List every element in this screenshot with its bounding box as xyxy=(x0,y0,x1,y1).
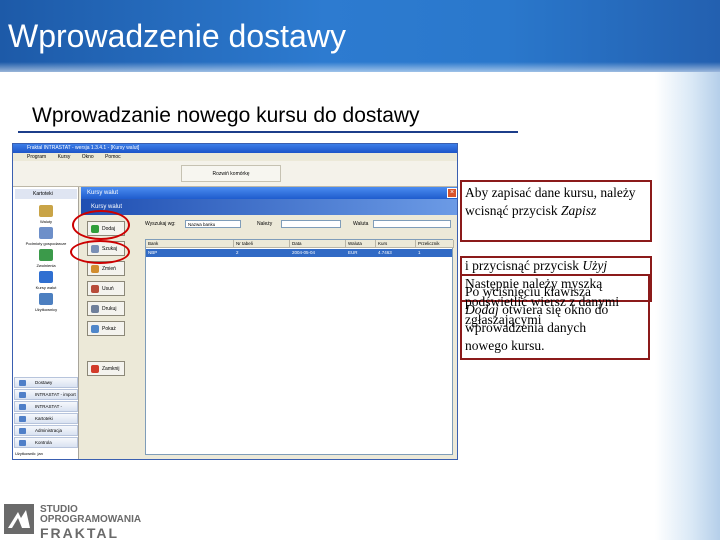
nav-kontrola[interactable]: Kontrola xyxy=(14,437,78,448)
company-logo: STUDIO OPROGRAMOWANIA FRAKTAL xyxy=(4,500,144,540)
slide-title: Wprowadzenie dostawy xyxy=(8,18,346,54)
currency-input[interactable] xyxy=(373,220,451,228)
nav-intrastat-export[interactable]: INTRASTAT - eksport xyxy=(14,401,78,419)
column-header[interactable]: Data xyxy=(290,240,346,248)
nav-kartoteki[interactable]: Kartoteki xyxy=(14,413,78,424)
currency-icon[interactable] xyxy=(39,205,53,217)
close-icon xyxy=(91,365,99,373)
folder-icon xyxy=(19,380,26,386)
column-header[interactable]: Nr tabeli xyxy=(234,240,290,248)
status-text: Użytkownik: jan xyxy=(15,451,43,456)
subtitle-underline xyxy=(18,131,518,133)
nav-intrastat-import[interactable]: INTRASTAT - import xyxy=(14,389,78,400)
rates-table: Bank Nr tabeli Data Waluta Kurs Przelicz… xyxy=(145,239,454,455)
contractors-icon[interactable] xyxy=(39,227,53,239)
menu-item-okno[interactable]: Okno xyxy=(82,154,94,160)
logo-mark-icon xyxy=(4,504,34,534)
highlight-search-button xyxy=(70,240,130,264)
menu-item-kursy[interactable]: Kursy xyxy=(58,154,71,160)
callout-save-text: Aby zapisać dane kursu, należy wcisnąć p… xyxy=(465,185,636,218)
callout-add-window-text: Po wciśnięciu klawisza Dodaj otwiera się… xyxy=(465,284,609,353)
dialog-title: Kursy walut xyxy=(81,187,457,199)
slide-header: Wprowadzenie dostawy xyxy=(0,0,720,72)
delete-button[interactable]: Usuń xyxy=(87,281,125,296)
table-cell: 2 xyxy=(236,250,239,255)
show-button[interactable]: Pokaż xyxy=(87,321,125,336)
app-sidebar: Kartoteki Waluty Podmioty gospodarcze Zw… xyxy=(13,187,79,459)
nav-administracja[interactable]: Administracja xyxy=(14,425,78,436)
table-cell: NBP xyxy=(148,250,158,255)
exchange-rates-icon[interactable] xyxy=(39,271,53,283)
close-button[interactable]: Zamknij xyxy=(87,361,125,376)
sidebar-item-label: Kursy walut xyxy=(35,285,57,290)
print-button[interactable]: Drukuj xyxy=(87,301,125,316)
delete-icon xyxy=(91,285,99,293)
sidebar-item-label: Użytkownicy xyxy=(34,307,58,312)
folder-icon xyxy=(19,440,26,446)
sidebar-item-label: Zwolnienia xyxy=(36,263,56,268)
app-menubar: Program Kursy Okno Pomoc xyxy=(13,153,457,161)
table-cell: 1 xyxy=(418,250,421,255)
table-cell: 4.7463 xyxy=(378,250,392,255)
app-screenshot: Fraktal INTRASTAT - wersja 1.3.4.1 - [Ku… xyxy=(12,143,458,460)
nav-dostawy[interactable]: Dostawy xyxy=(14,377,78,388)
column-header[interactable]: Kurs xyxy=(376,240,416,248)
table-cell: 2004-05-04 xyxy=(292,250,316,255)
column-header[interactable]: Waluta xyxy=(346,240,376,248)
table-cell: EUR xyxy=(348,250,358,255)
app-toolbar: Rozwiń komórkę xyxy=(13,161,457,187)
folder-icon xyxy=(19,404,26,410)
sidebar-item-label: Waluty xyxy=(39,219,53,224)
app-titlebar: Fraktal INTRASTAT - wersja 1.3.4.1 - [Ku… xyxy=(13,144,457,153)
filter-label: Waluta xyxy=(353,221,369,227)
decorative-gradient-strip xyxy=(655,72,720,540)
menu-item-pomoc[interactable]: Pomoc xyxy=(105,154,121,160)
printer-icon xyxy=(91,305,99,313)
close-icon[interactable]: × xyxy=(447,188,457,198)
folder-icon xyxy=(19,416,26,422)
sidebar-header: Kartoteki xyxy=(15,189,77,199)
edit-icon xyxy=(91,265,99,273)
exemptions-icon[interactable] xyxy=(39,249,53,261)
toolbar-button[interactable]: Rozwiń komórkę xyxy=(181,165,281,182)
menu-item-program[interactable]: Program xyxy=(27,154,46,160)
sidebar-item-label: Podmioty gospodarcze xyxy=(25,241,67,246)
slide-subtitle: Wprowadzanie nowego kursu do dostawy xyxy=(32,104,420,127)
highlight-add-button xyxy=(72,210,130,240)
filter-label: Należy xyxy=(257,221,273,227)
filter-label: Wyszukaj wg: xyxy=(145,221,176,227)
search-by-select[interactable]: Nazwa banku xyxy=(185,220,241,228)
folder-icon xyxy=(19,428,26,434)
value-input[interactable] xyxy=(281,220,341,228)
dialog-heading: Kursy walut xyxy=(81,199,457,215)
exchange-rates-dialog: Kursy walut × Kursy walut Dodaj Szukaj Z… xyxy=(81,187,457,459)
users-icon[interactable] xyxy=(39,293,53,305)
document-icon xyxy=(91,325,99,333)
column-header[interactable]: Bank xyxy=(146,240,234,248)
column-header[interactable]: Przelicznik xyxy=(416,240,454,248)
folder-icon xyxy=(19,392,26,398)
